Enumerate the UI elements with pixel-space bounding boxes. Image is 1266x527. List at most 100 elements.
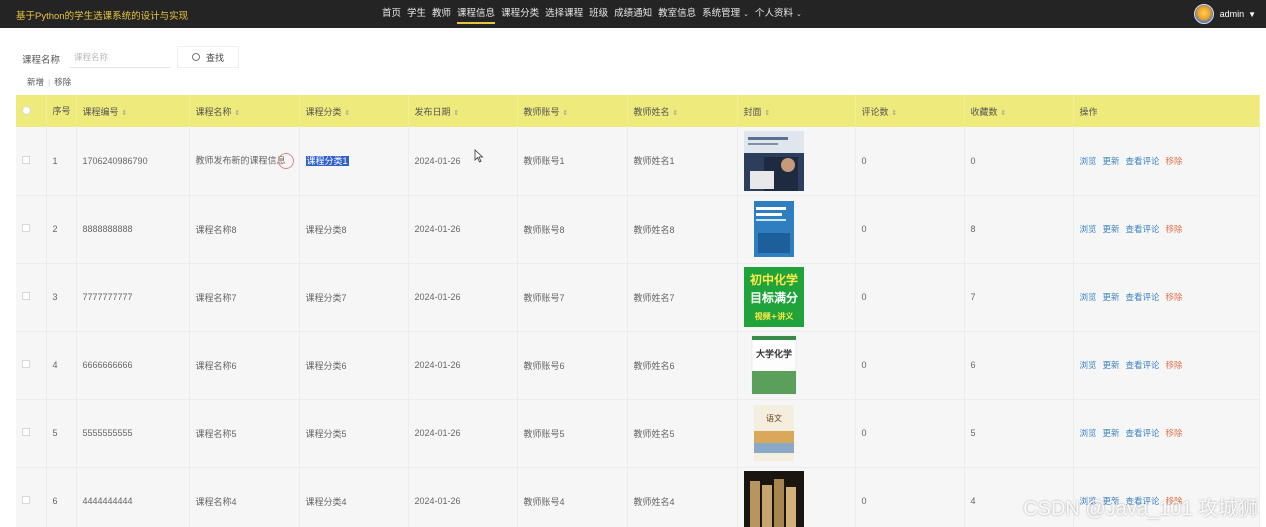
comment-count: 0 [861,155,867,166]
delete-button[interactable]: 移除 [1166,292,1183,302]
search-input[interactable] [70,46,170,68]
publish-date-cell: 2024-01-26 [408,399,518,467]
view-comments-button[interactable]: 查看评论 [1126,428,1160,438]
header-course-category[interactable]: 课程分类 ⇕ [299,95,409,127]
row-select-cell[interactable] [16,331,47,399]
table-row[interactable]: 2 8888888888 课程名称8 课程分类8 2024-01-26 教师账号8 教师姓名… [16,195,1260,263]
publish-date-cell: 2024-01-26 [408,263,518,331]
index-cell: 3 [46,263,77,331]
course-code: 7777777777 [82,292,133,302]
row-checkbox[interactable] [22,155,30,164]
view-comments-button[interactable]: 查看评论 [1126,360,1160,370]
view-comments-button[interactable]: 查看评论 [1126,224,1160,234]
nav-teachers[interactable]: 教师 [432,0,451,28]
course-category-cell: 课程分类4 [299,467,409,527]
add-button[interactable]: 新增 [27,77,44,87]
header-cover[interactable]: 封面 ⇕ [737,95,856,127]
teacher-account-cell: 教师账号7 [517,263,628,331]
teacher-account: 教师账号6 [523,360,565,371]
header-label: 发布日期 [414,106,451,117]
course-name-cell: 课程名称4 [189,467,300,527]
nav-select-course[interactable]: 选择课程 [545,0,583,28]
update-button[interactable]: 更新 [1103,428,1120,438]
teacher-account-cell: 教师账号6 [517,331,628,399]
header-label: 封面 [743,106,762,117]
row-checkbox[interactable] [22,224,30,232]
user-menu[interactable]: admin ▼ [1193,3,1256,25]
nav-home[interactable]: 首页 [382,0,401,28]
table-header: 序号 课程编号 ⇕ 课程名称 ⇕ 课程分类 ⇕ 发布日期 ⇕ 教师账号 ⇕ 教师姓名 ⇕ 封… [16,95,1260,127]
delete-button[interactable]: 移除 [1166,428,1183,438]
sort-icon: ⇕ [234,109,241,117]
row-select-cell[interactable] [16,263,47,331]
course-code-cell: 5555555555 [76,399,190,467]
header-label: 操作 [1079,106,1098,117]
course-category: 课程分类7 [305,292,347,303]
row-select-cell[interactable] [16,127,47,195]
nav-grade-notice[interactable]: 成绩通知 [614,0,652,28]
mouse-cursor-icon [474,149,484,163]
delete-button[interactable]: 移除 [1166,224,1183,234]
comment-count: 0 [861,224,867,234]
view-comments-button[interactable]: 查看评论 [1126,156,1160,166]
update-button[interactable]: 更新 [1103,360,1120,370]
row-checkbox[interactable] [22,496,30,504]
view-button[interactable]: 浏览 [1080,224,1097,234]
delete-button[interactable]: 移除 [1166,360,1183,370]
header-favorites[interactable]: 收藏数 ⇕ [964,95,1074,127]
header-select-all[interactable] [16,95,47,127]
nav-students-label: 学生 [407,8,427,19]
table-row[interactable]: 1 1706240986790 教师发布新的课程信息 课程分类1 2024-01-26 教… [16,127,1260,195]
nav-select-course-label: 选择课程 [545,8,584,19]
nav-course-category[interactable]: 课程分类 [501,0,539,28]
view-comments-button[interactable]: 查看评论 [1126,292,1160,302]
operations-cell: 浏览 更新 查看评论 移除 [1073,331,1260,399]
row-checkbox[interactable] [22,360,30,368]
search-button[interactable]: 查找 [177,46,239,68]
row-select-cell[interactable] [16,399,47,467]
header-course-name[interactable]: 课程名称 ⇕ [189,95,300,127]
row-select-cell[interactable] [16,467,47,527]
header-publish-date[interactable]: 发布日期 ⇕ [408,95,518,127]
remove-button[interactable]: 移除 [54,77,71,87]
row-checkbox[interactable] [22,428,30,436]
delete-button[interactable]: 移除 [1166,156,1183,166]
table-row[interactable]: 5 5555555555 课程名称5 课程分类5 2024-01-26 教师账号5 教师姓名… [16,399,1260,467]
update-button[interactable]: 更新 [1103,292,1120,302]
header-teacher-name[interactable]: 教师姓名 ⇕ [627,95,738,127]
view-button[interactable]: 浏览 [1080,292,1097,302]
row-index: 6 [52,496,58,506]
cover-image [743,471,804,527]
nav-class[interactable]: 班级 [589,0,608,28]
select-all-checkbox[interactable] [22,105,31,115]
nav-profile-label: 个人资料 [755,8,794,19]
nav-system-management[interactable]: 系统管理 ⌄ [702,0,749,28]
course-name: 教师发布新的课程信息 [195,155,286,166]
nav-profile[interactable]: 个人资料 ⌄ [755,0,802,28]
cover-image: 语文 [743,403,804,463]
header-teacher-account[interactable]: 教师账号 ⇕ [517,95,628,127]
row-checkbox[interactable] [22,292,30,300]
nav-system-management-label: 系统管理 [702,8,741,19]
watermark: CSDN @Java_101 攻城狮 [1023,498,1258,520]
nav-students[interactable]: 学生 [407,0,426,28]
table-row[interactable]: 4 6666666666 课程名称6 课程分类6 2024-01-26 教师账号6 教师姓名… [16,331,1260,399]
header-comments[interactable]: 评论数 ⇕ [855,95,965,127]
row-select-cell[interactable] [16,195,47,263]
nav-classroom-info[interactable]: 教室信息 [658,0,696,28]
course-name-cell: 课程名称6 [189,331,300,399]
header-course-code[interactable]: 课程编号 ⇕ [76,95,190,127]
view-button[interactable]: 浏览 [1080,428,1097,438]
cover-image [743,130,804,191]
view-button[interactable]: 浏览 [1080,156,1097,166]
publish-date: 2024-01-26 [414,360,461,370]
search-button-label: 查找 [205,52,224,63]
teacher-name-cell: 教师姓名7 [627,263,738,331]
view-button[interactable]: 浏览 [1080,360,1097,370]
course-code-cell: 7777777777 [76,263,190,331]
update-button[interactable]: 更新 [1103,156,1120,166]
favorites-cell: 8 [964,195,1074,263]
table-row[interactable]: 3 7777777777 课程名称7 课程分类7 2024-01-26 教师账号7 教师姓名… [16,263,1260,331]
update-button[interactable]: 更新 [1103,224,1120,234]
nav-course-info[interactable]: 课程信息 [457,0,496,28]
